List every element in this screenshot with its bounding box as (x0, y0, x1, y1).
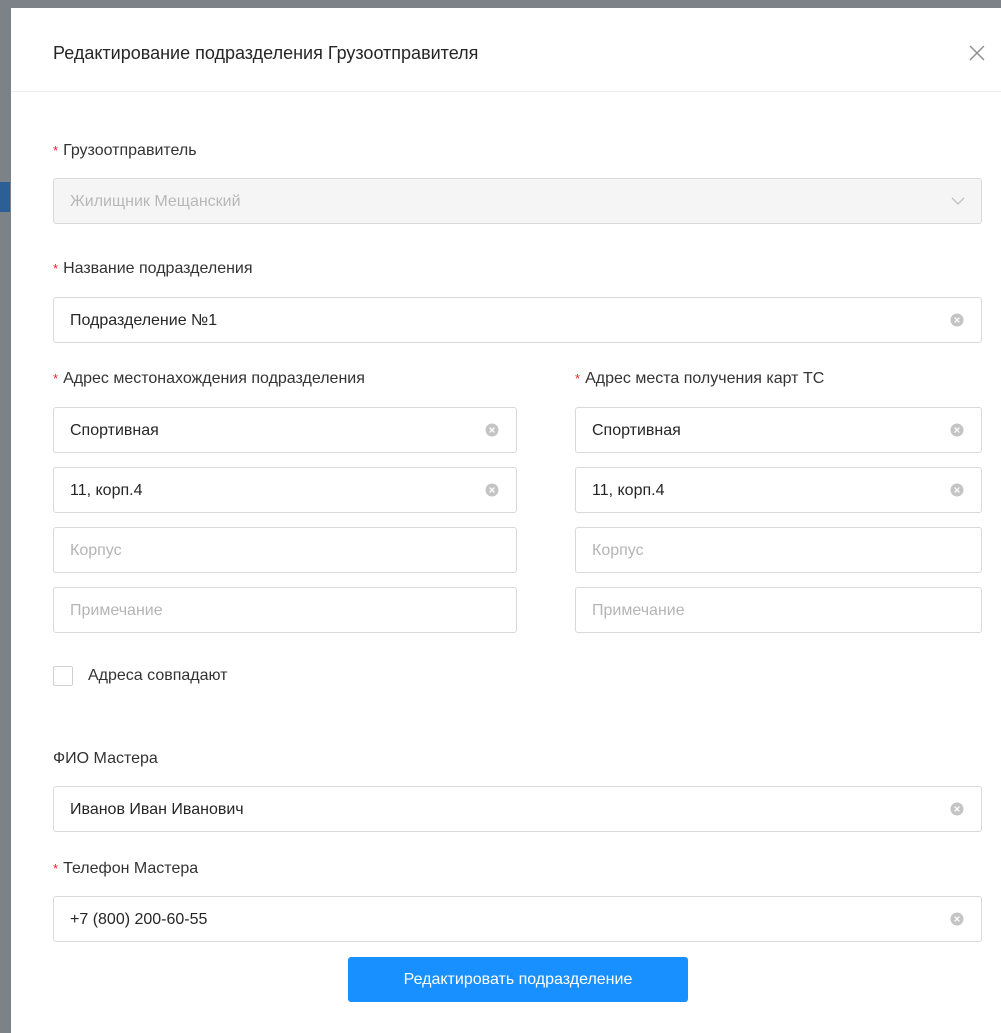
card-note-placeholder: Примечание (592, 602, 685, 619)
clear-icon[interactable] (485, 423, 499, 437)
required-mark: * (53, 371, 59, 386)
card-street-input[interactable]: Спортивная (575, 407, 982, 453)
shipper-label: * Грузоотправитель (53, 142, 197, 159)
edit-division-button[interactable]: Редактировать подразделение (348, 957, 688, 1002)
shipper-select[interactable]: Жилищник Мещанский (53, 178, 982, 224)
background-edge-accent (0, 182, 10, 212)
clear-icon[interactable] (950, 313, 964, 327)
master-phone-input[interactable]: +7 (800) 200-60-55 (53, 896, 982, 942)
location-note-placeholder: Примечание (70, 602, 163, 619)
same-address-checkbox[interactable] (53, 666, 73, 686)
clear-icon[interactable] (950, 483, 964, 497)
division-name-input[interactable]: Подразделение №1 (53, 297, 982, 343)
close-icon (969, 45, 985, 61)
card-building-input[interactable]: Корпус (575, 527, 982, 573)
location-building-input[interactable]: Корпус (53, 527, 517, 573)
card-street-value: Спортивная (592, 422, 681, 439)
clear-icon[interactable] (485, 483, 499, 497)
required-mark: * (53, 261, 59, 276)
location-note-input[interactable]: Примечание (53, 587, 517, 633)
card-house-value: 11, корп.4 (592, 482, 665, 499)
location-street-input[interactable]: Спортивная (53, 407, 517, 453)
location-house-input[interactable]: 11, корп.4 (53, 467, 517, 513)
card-note-input[interactable]: Примечание (575, 587, 982, 633)
card-house-input[interactable]: 11, корп.4 (575, 467, 982, 513)
required-mark: * (53, 861, 59, 876)
required-mark: * (53, 143, 59, 158)
master-name-value: Иванов Иван Иванович (70, 801, 244, 818)
location-house-value: 11, корп.4 (70, 482, 143, 499)
close-button[interactable] (965, 41, 989, 65)
master-phone-value: +7 (800) 200-60-55 (70, 911, 208, 928)
required-mark: * (575, 371, 581, 386)
division-name-value: Подразделение №1 (70, 312, 218, 329)
location-address-label: * Адрес местонахождения подразделения (53, 370, 365, 387)
card-address-label: * Адрес места получения карт ТС (575, 370, 825, 387)
master-name-label: ФИО Мастера (53, 750, 158, 767)
division-name-label: * Название подразделения (53, 260, 253, 277)
location-building-placeholder: Корпус (70, 542, 122, 559)
clear-icon[interactable] (950, 423, 964, 437)
master-phone-label: * Телефон Мастера (53, 860, 199, 877)
edit-division-modal: Редактирование подразделения Грузоотправ… (11, 8, 1001, 1033)
chevron-down-icon (951, 197, 965, 205)
modal-header: Редактирование подразделения Грузоотправ… (11, 8, 1001, 92)
card-building-placeholder: Корпус (592, 542, 644, 559)
location-street-value: Спортивная (70, 422, 159, 439)
clear-icon[interactable] (950, 802, 964, 816)
modal-title: Редактирование подразделения Грузоотправ… (53, 43, 479, 63)
same-address-label[interactable]: Адреса совпадают (88, 667, 228, 685)
clear-icon[interactable] (950, 912, 964, 926)
shipper-value: Жилищник Мещанский (70, 193, 241, 210)
master-name-input[interactable]: Иванов Иван Иванович (53, 786, 982, 832)
